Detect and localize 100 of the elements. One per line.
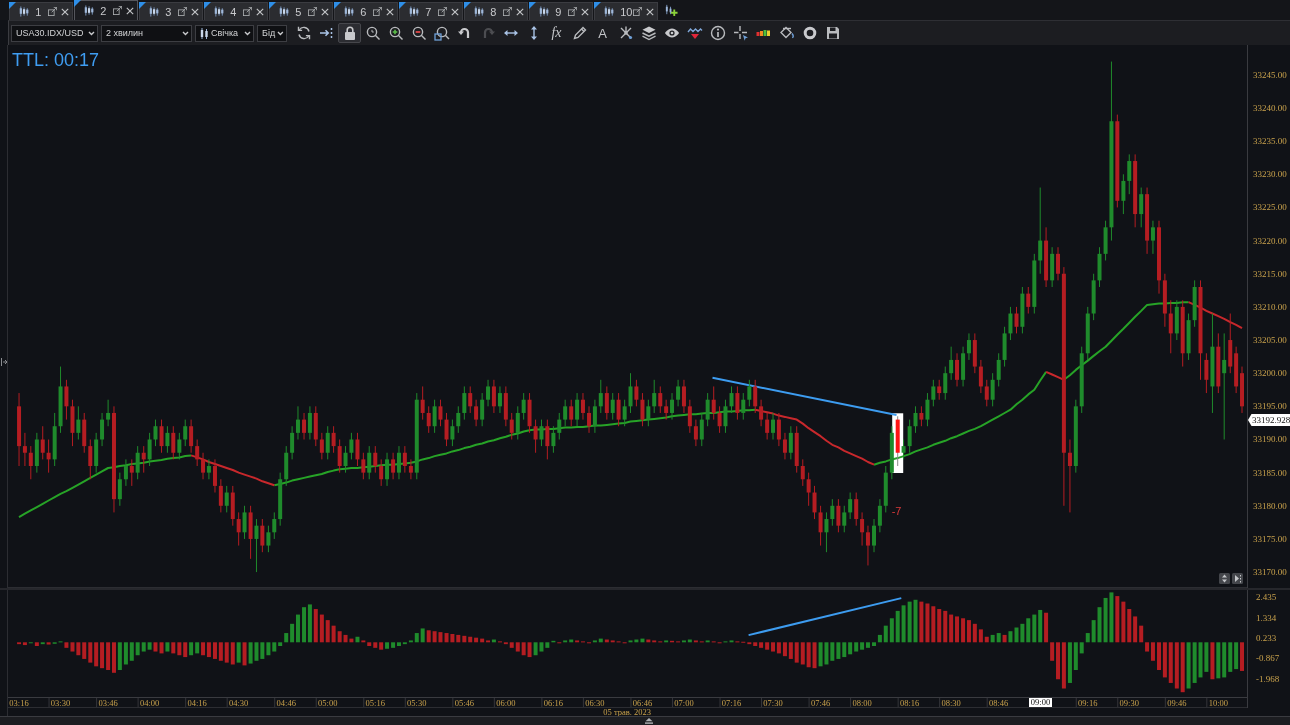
time-axis-label: 08:30: [941, 697, 961, 708]
close-icon[interactable]: [256, 7, 264, 16]
price-axis-label: 33200.00: [1253, 368, 1287, 379]
detach-icon[interactable]: [503, 7, 512, 16]
arrow-up-icon[interactable]: [645, 718, 653, 724]
current-price-label: 33192.928: [1248, 414, 1290, 426]
caret-icon: [182, 30, 189, 36]
chart-tab[interactable]: 2: [74, 0, 138, 20]
detach-icon[interactable]: [48, 7, 57, 16]
detach-icon[interactable]: [373, 7, 382, 16]
detach-icon[interactable]: [568, 7, 577, 16]
corner-triangle-icon: [594, 2, 601, 9]
step-right-icon[interactable]: [1232, 573, 1243, 584]
indicator-axis-label: 0.233: [1256, 633, 1277, 643]
caret-icon: [277, 30, 284, 36]
corner-triangle-icon: [529, 2, 536, 9]
save-icon[interactable]: [824, 25, 841, 41]
chart-tab[interactable]: 6: [334, 2, 398, 20]
chart-tab[interactable]: 10: [594, 2, 658, 20]
time-axis-label: 05:30: [407, 697, 427, 708]
corner-triangle-icon: [399, 2, 406, 9]
price-axis-label: 33230.00: [1253, 169, 1287, 180]
period-dropdown[interactable]: 2 хвилин: [101, 24, 192, 42]
date-label: 05 трав. 2023: [603, 708, 651, 716]
chart-tab[interactable]: 8: [464, 2, 528, 20]
caret-icon: [88, 30, 95, 36]
detach-icon[interactable]: [113, 6, 122, 15]
price-axis-label: 33245.00: [1253, 69, 1287, 80]
info-icon[interactable]: [709, 25, 726, 41]
price-side-dropdown[interactable]: Бід: [257, 24, 287, 42]
chart-tab[interactable]: 5: [269, 2, 333, 20]
close-icon[interactable]: [61, 7, 69, 16]
detach-icon[interactable]: [633, 7, 642, 16]
magnifier-icon[interactable]: [364, 25, 381, 41]
time-axis-label: 09:16: [1078, 697, 1098, 708]
price-axis-label: 33185.00: [1253, 467, 1287, 478]
zoom-in-icon[interactable]: [387, 25, 404, 41]
price-axis-label: 33225.00: [1253, 202, 1287, 213]
candlestick-icon: [344, 6, 355, 17]
price-axis-label: 33170.00: [1253, 567, 1287, 578]
chart-tab[interactable]: 3: [139, 2, 203, 20]
layers-icon[interactable]: [640, 25, 657, 41]
time-axis-label: 06:16: [543, 697, 564, 708]
wave-indicator-icon[interactable]: [686, 25, 703, 41]
close-icon[interactable]: [451, 7, 459, 16]
chart-tab[interactable]: 4: [204, 2, 268, 20]
lock-button[interactable]: [338, 23, 361, 43]
value-label: -7: [891, 505, 902, 517]
indicator-axis-label: 2.435: [1256, 592, 1277, 603]
candlestick-icon: [474, 6, 485, 17]
chart-tab[interactable]: 9: [529, 2, 593, 20]
detach-icon[interactable]: [243, 7, 252, 16]
time-axis-label: 08:46: [989, 697, 1009, 708]
detach-icon[interactable]: [438, 7, 447, 16]
price-axis-label: 33220.00: [1253, 235, 1287, 246]
pencil-icon[interactable]: [571, 25, 588, 41]
price-axis-label: 33190.00: [1253, 434, 1287, 445]
corner-triangle-icon: [464, 2, 471, 9]
time-axis-label: 06:00: [496, 697, 516, 708]
time-axis-label: 08:00: [852, 697, 872, 708]
time-axis-label: 07:00: [674, 697, 694, 708]
time-axis-label: 04:30: [229, 697, 249, 708]
close-icon[interactable]: [321, 7, 329, 16]
function-button[interactable]: fx: [545, 23, 568, 43]
chart-tab[interactable]: 7: [399, 2, 463, 20]
time-axis-label: 03:16: [9, 697, 29, 708]
paint-bucket-icon[interactable]: [778, 25, 795, 41]
time-axis-label: 06:46: [632, 697, 653, 708]
price-axis-label: 33195.00: [1253, 401, 1287, 412]
close-icon[interactable]: [581, 7, 589, 16]
detach-icon[interactable]: [178, 7, 187, 16]
indicator-axis-label: 1.334: [1256, 612, 1277, 623]
candlestick-icon: [279, 6, 290, 17]
detach-icon[interactable]: [308, 7, 317, 16]
time-axis-label: 06:30: [585, 697, 605, 708]
arrow-to-line-icon[interactable]: [318, 25, 335, 41]
price-axis-label: 33240.00: [1253, 103, 1287, 113]
crosshair-icon[interactable]: [732, 25, 749, 41]
close-icon[interactable]: [516, 7, 524, 16]
chart-type-dropdown[interactable]: Свічка: [195, 24, 254, 42]
add-chart-icon[interactable]: [664, 3, 678, 17]
symbol-dropdown[interactable]: USA30.IDX/USD: [11, 24, 98, 42]
chart-tab[interactable]: 1: [9, 2, 73, 20]
corner-triangle-icon: [74, 0, 81, 7]
zoom-out-icon[interactable]: [410, 25, 427, 41]
close-icon[interactable]: [126, 6, 134, 15]
close-icon[interactable]: [386, 7, 394, 16]
arrow-right-icon[interactable]: [0, 358, 7, 366]
close-icon[interactable]: [646, 7, 654, 16]
up-down-arrows-icon[interactable]: [1219, 573, 1230, 584]
candlestick-icon: [214, 6, 225, 17]
close-icon[interactable]: [191, 7, 199, 16]
time-axis-label: 03:46: [98, 697, 118, 708]
text-tool-button[interactable]: A: [591, 23, 614, 43]
price-axis-label: 33175.00: [1253, 533, 1287, 544]
time-axis-label: 04:16: [187, 697, 207, 708]
highlighted-candle: [895, 415, 900, 467]
refresh-icon[interactable]: [295, 25, 312, 41]
ring-icon[interactable]: [801, 25, 818, 41]
price-axis-label: 33180.00: [1253, 500, 1287, 511]
